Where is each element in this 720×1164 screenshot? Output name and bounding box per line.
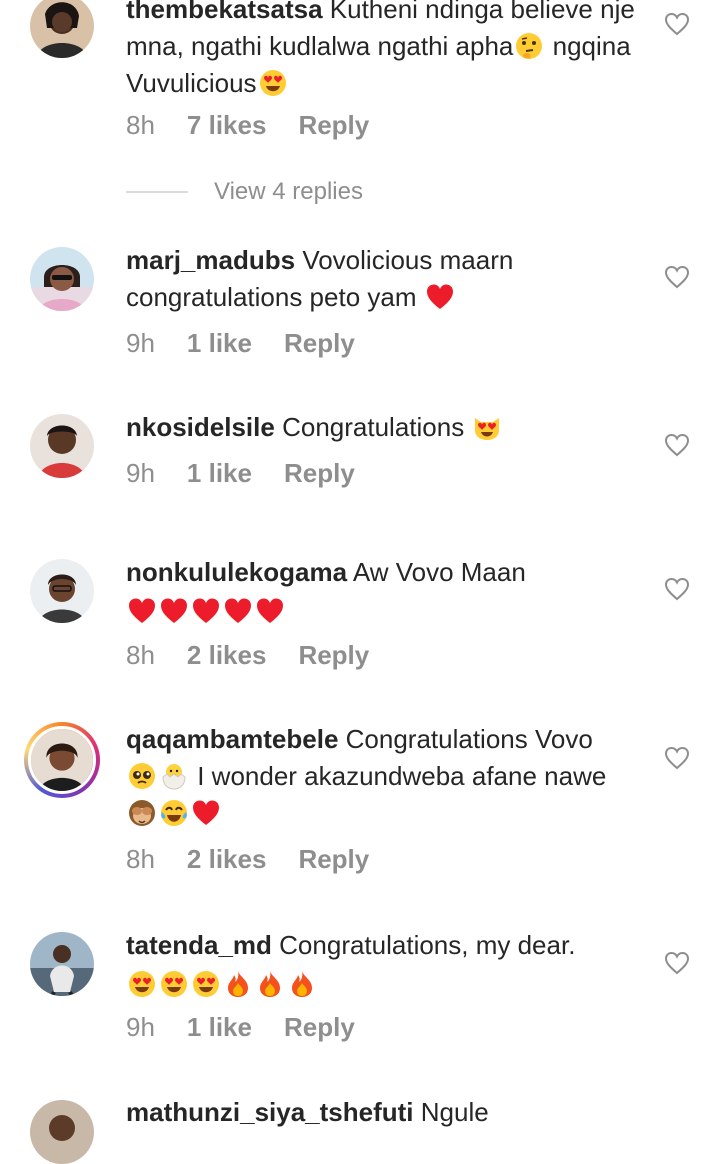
comment-meta: 9h 1 like Reply xyxy=(126,1012,355,1043)
avatar[interactable] xyxy=(30,932,94,996)
comment-time: 8h xyxy=(126,110,155,140)
comment-username[interactable]: tatenda_md xyxy=(126,930,272,960)
comment-text: tatenda_md Congratulations, my dear. xyxy=(126,927,636,1003)
avatar-story-ring[interactable] xyxy=(24,722,100,798)
reply-button[interactable]: Reply xyxy=(298,844,369,875)
comment-text: mathunzi_siya_tshefuti Ngule xyxy=(126,1094,636,1131)
heart-outline-icon[interactable] xyxy=(664,577,690,601)
comment-body: I wonder akazundweba afane nawe xyxy=(197,761,607,791)
comment-likes[interactable]: 2 likes xyxy=(187,844,267,875)
comment-username[interactable]: marj_madubs xyxy=(126,245,295,275)
comment-text: nonkululekogama Aw Vovo Maan xyxy=(126,554,636,630)
comment-username[interactable]: mathunzi_siya_tshefuti xyxy=(126,1097,414,1127)
comment-time: 8h xyxy=(126,844,155,874)
comment-time: 9h xyxy=(126,328,155,358)
reply-button[interactable]: Reply xyxy=(284,1012,355,1043)
avatar[interactable] xyxy=(30,414,94,478)
fire-emoji-icon xyxy=(223,969,253,999)
comment-likes[interactable]: 1 like xyxy=(187,1012,252,1043)
thinking-emoji-icon xyxy=(514,31,544,61)
comment-time: 9h xyxy=(126,1012,155,1042)
red-heart-emoji-icon xyxy=(425,282,455,312)
comment-meta: 8h 2 likes Reply xyxy=(126,640,369,671)
comment-body: Aw Vovo Maan xyxy=(352,557,526,587)
comment-username[interactable]: nonkululekogama xyxy=(126,557,347,587)
fire-emoji-icon xyxy=(287,969,317,999)
replies-divider xyxy=(126,191,188,193)
reply-button[interactable]: Reply xyxy=(298,640,369,671)
comment-body: Congratulations xyxy=(282,412,472,442)
comment-text: nkosidelsile Congratulations xyxy=(126,409,636,446)
avatar[interactable] xyxy=(30,0,94,58)
comment-meta: 8h 2 likes Reply xyxy=(126,844,369,875)
red-hearts-row xyxy=(126,591,286,630)
comment-meta: 8h 7 likes Reply xyxy=(126,110,369,141)
pleading-emoji-icon xyxy=(127,761,157,791)
view-replies-button[interactable]: View 4 replies xyxy=(126,178,363,206)
reply-button[interactable]: Reply xyxy=(284,458,355,489)
reply-button[interactable]: Reply xyxy=(298,110,369,141)
comment-meta: 9h 1 like Reply xyxy=(126,458,355,489)
heart-outline-icon[interactable] xyxy=(664,746,690,770)
cat-heart-eyes-emoji-icon xyxy=(472,412,502,442)
comment-text: thembekatsatsa Kutheni ndinga believe nj… xyxy=(126,0,636,102)
heart-outline-icon[interactable] xyxy=(664,433,690,457)
emoji-row xyxy=(126,964,318,1003)
heart-outline-icon[interactable] xyxy=(664,12,690,36)
comment-likes[interactable]: 1 like xyxy=(187,328,252,359)
comment-body: Ngule xyxy=(420,1097,489,1127)
heart-eyes-emoji-icon xyxy=(127,969,157,999)
comment-likes[interactable]: 2 likes xyxy=(187,640,267,671)
red-heart-emoji-icon xyxy=(255,596,285,626)
tears-of-joy-emoji-icon xyxy=(159,798,189,828)
comment-body: Congratulations Vovo xyxy=(345,724,593,754)
fire-emoji-icon xyxy=(255,969,285,999)
comment-username[interactable]: qaqambamtebele xyxy=(126,724,338,754)
heart-eyes-emoji-icon xyxy=(191,969,221,999)
avatar[interactable] xyxy=(30,559,94,623)
comment-username[interactable]: nkosidelsile xyxy=(126,412,275,442)
comment-text: qaqambamtebele Congratulations Vovo I wo… xyxy=(126,721,636,832)
red-heart-emoji-icon xyxy=(159,596,189,626)
avatar xyxy=(28,726,96,794)
see-no-evil-emoji-icon xyxy=(127,798,157,828)
heart-eyes-emoji-icon xyxy=(159,969,189,999)
comment-likes[interactable]: 7 likes xyxy=(187,110,267,141)
comment-text: marj_madubs Vovolicious maarn congratula… xyxy=(126,242,636,316)
hatching-chick-emoji-icon xyxy=(159,761,189,791)
red-heart-emoji-icon xyxy=(127,596,157,626)
comment-time: 8h xyxy=(126,640,155,670)
comment-body: Congratulations, my dear. xyxy=(279,930,576,960)
red-heart-emoji-icon xyxy=(223,596,253,626)
view-replies-label[interactable]: View 4 replies xyxy=(214,178,363,206)
avatar[interactable] xyxy=(30,247,94,311)
comment-time: 9h xyxy=(126,458,155,488)
reply-button[interactable]: Reply xyxy=(284,328,355,359)
heart-outline-icon[interactable] xyxy=(664,265,690,289)
red-heart-emoji-icon xyxy=(191,596,221,626)
red-heart-emoji-icon xyxy=(191,798,221,828)
comment-likes[interactable]: 1 like xyxy=(187,458,252,489)
heart-eyes-emoji-icon xyxy=(258,68,288,98)
heart-outline-icon[interactable] xyxy=(664,951,690,975)
comment-username[interactable]: thembekatsatsa xyxy=(126,0,323,24)
comment-meta: 9h 1 like Reply xyxy=(126,328,355,359)
